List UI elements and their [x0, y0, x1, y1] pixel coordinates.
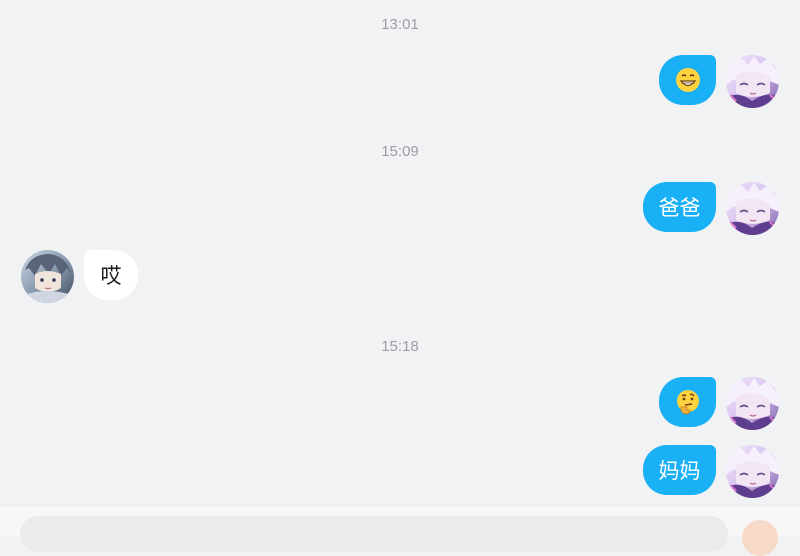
- message-text: 爸爸: [658, 196, 701, 220]
- my-message-bubble[interactable]: [659, 55, 716, 105]
- chat-history[interactable]: 13:01 15:09 爸爸 哎 15:18 妈妈: [0, 0, 800, 528]
- contact-message-bubble[interactable]: 哎: [84, 250, 138, 300]
- timestamp: 15:18: [381, 338, 419, 355]
- my-message-bubble[interactable]: 妈妈: [643, 445, 716, 495]
- my-avatar[interactable]: [726, 182, 779, 235]
- emoji-button[interactable]: [742, 520, 778, 556]
- timestamp: 15:09: [381, 143, 419, 160]
- grinning-face-icon: [675, 68, 700, 92]
- message-text: 妈妈: [658, 459, 701, 483]
- contact-avatar[interactable]: [21, 250, 74, 303]
- message-text: 哎: [100, 264, 122, 288]
- timestamp: 13:01: [381, 16, 419, 33]
- my-avatar[interactable]: [726, 55, 779, 108]
- input-bar: [0, 505, 800, 556]
- my-avatar[interactable]: [726, 445, 779, 498]
- message-input[interactable]: [20, 516, 728, 552]
- my-message-bubble[interactable]: 爸爸: [643, 182, 716, 232]
- my-avatar[interactable]: [726, 377, 779, 430]
- my-message-bubble[interactable]: [659, 377, 716, 427]
- thinking-face-icon: [676, 390, 699, 415]
